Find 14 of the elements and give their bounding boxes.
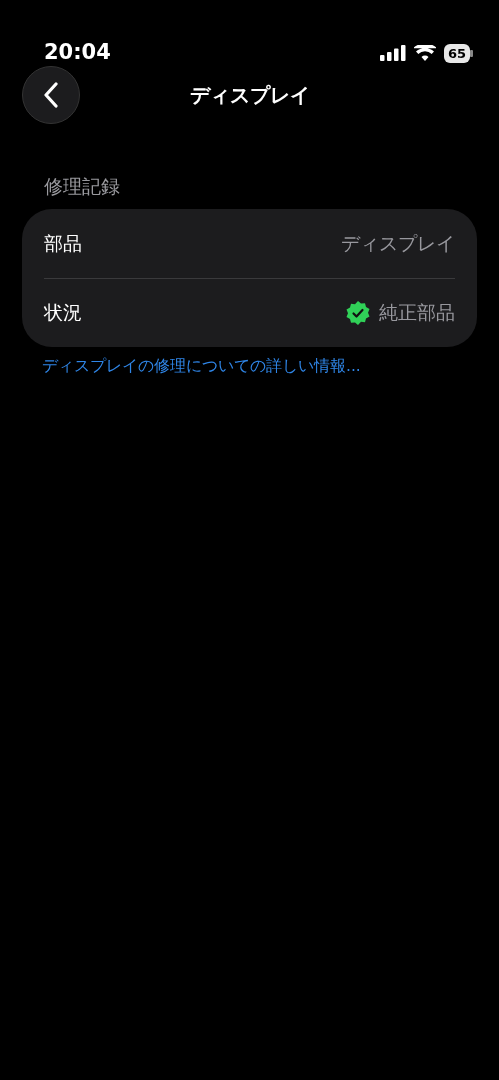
chevron-left-icon — [43, 82, 59, 108]
page-title: ディスプレイ — [189, 82, 310, 109]
row-value: 純正部品 — [379, 300, 455, 326]
signal-icon — [379, 45, 406, 61]
battery-cap-icon — [470, 49, 473, 57]
clock: 20:04 — [44, 39, 111, 67]
verified-badge-icon — [345, 299, 371, 326]
wifi-icon — [413, 45, 436, 61]
row-label: 部品 — [44, 230, 82, 256]
more-info-link[interactable]: ディスプレイの修理についての詳しい情報... — [42, 354, 361, 378]
row-label: 状況 — [44, 300, 82, 326]
battery-level: 65 — [443, 43, 470, 63]
section-header: 修理記録 — [44, 174, 120, 199]
row-value: ディスプレイ — [341, 230, 455, 256]
